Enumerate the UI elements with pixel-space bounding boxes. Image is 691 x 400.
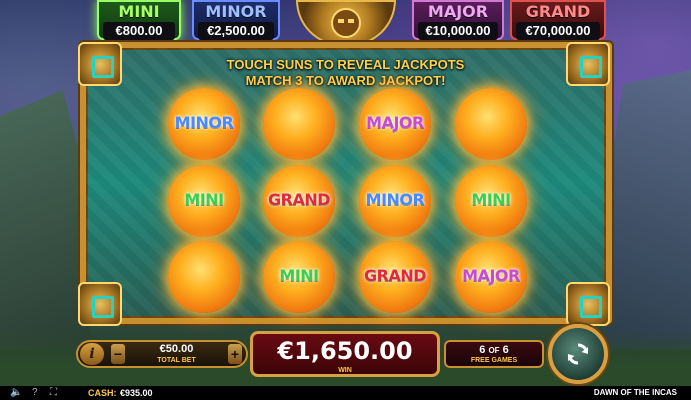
- speaker-icon[interactable]: 🔈: [10, 388, 22, 398]
- sun-tile[interactable]: [263, 88, 335, 160]
- jackpot-minor-value: €2,500.00: [198, 22, 274, 40]
- total-bet-caption: TOTAL BET: [157, 357, 196, 364]
- sun-label: MINI: [471, 190, 511, 209]
- info-button[interactable]: i: [80, 343, 104, 365]
- sun-label: MAJOR: [366, 113, 424, 132]
- spin-arrows-icon: [568, 343, 588, 365]
- free-games-of: OF: [488, 346, 500, 355]
- free-games-caption: FREE GAMES: [470, 357, 518, 364]
- sun-tile[interactable]: [168, 241, 240, 313]
- sun-tile[interactable]: MAJOR: [359, 88, 431, 160]
- corner-ornament-icon: [566, 42, 610, 86]
- jackpot-grand-name: GRAND: [525, 2, 591, 21]
- sun-label: MAJOR: [462, 266, 520, 285]
- cash-label: CASH:: [88, 388, 117, 398]
- win-value: €1,650.00: [277, 337, 413, 365]
- sun-tile[interactable]: MINOR: [359, 165, 431, 237]
- corner-ornament-icon: [78, 42, 122, 86]
- spin-button[interactable]: [548, 324, 608, 384]
- sun-label: MINOR: [365, 190, 425, 209]
- game-title: DAWN OF THE INCAS: [593, 388, 677, 397]
- sun-tile[interactable]: MINOR: [168, 88, 240, 160]
- total-bet-value: €50.00: [159, 343, 194, 355]
- jackpot-major-value: €10,000.00: [418, 22, 498, 40]
- instruction-line-1: TOUCH SUNS TO REVEAL JACKPOTS: [226, 57, 465, 72]
- corner-ornament-icon: [566, 282, 610, 326]
- sun-tile[interactable]: MINI: [168, 165, 240, 237]
- sun-label: GRAND: [267, 190, 331, 209]
- sun-label: MINI: [279, 266, 319, 285]
- jackpot-grand: GRAND €70,000.00: [510, 0, 606, 40]
- jackpot-mini-name: MINI: [118, 2, 160, 21]
- jackpot-major-name: MAJOR: [427, 2, 489, 21]
- sun-tile[interactable]: MAJOR: [455, 241, 527, 313]
- sun-label: MINI: [184, 190, 224, 209]
- sun-label: MINOR: [174, 113, 234, 132]
- increase-bet-button[interactable]: +: [228, 344, 242, 364]
- sun-tile[interactable]: MINI: [263, 241, 335, 313]
- fullscreen-icon[interactable]: ⛶: [50, 388, 57, 398]
- cash-value: €935.00: [120, 388, 153, 398]
- sun-tile[interactable]: MINI: [455, 165, 527, 237]
- instruction-line-2: MATCH 3 TO AWARD JACKPOT!: [245, 73, 446, 88]
- jackpot-grand-value: €70,000.00: [516, 22, 600, 40]
- sun-tile[interactable]: [455, 88, 527, 160]
- inca-mask-icon: [331, 8, 361, 38]
- board-pattern: [86, 48, 606, 318]
- jackpot-minor-name: MINOR: [205, 2, 267, 21]
- question-icon[interactable]: ?: [32, 388, 38, 398]
- sun-tile[interactable]: GRAND: [263, 165, 335, 237]
- corner-ornament-icon: [78, 282, 122, 326]
- jackpot-minor: MINOR €2,500.00: [192, 0, 280, 40]
- free-games-counter: 6 OF 6: [444, 344, 544, 356]
- win-caption: WIN: [338, 367, 352, 374]
- free-games-total: 6: [502, 344, 509, 356]
- sun-label: GRAND: [363, 266, 427, 285]
- background-mountain-right: [606, 70, 691, 350]
- sun-tile[interactable]: GRAND: [359, 241, 431, 313]
- decrease-bet-button[interactable]: −: [111, 344, 125, 364]
- jackpot-major: MAJOR €10,000.00: [412, 0, 504, 40]
- free-games-current: 6: [479, 344, 486, 356]
- jackpot-mini-value: €800.00: [103, 22, 175, 40]
- jackpot-mini: MINI €800.00: [97, 0, 181, 40]
